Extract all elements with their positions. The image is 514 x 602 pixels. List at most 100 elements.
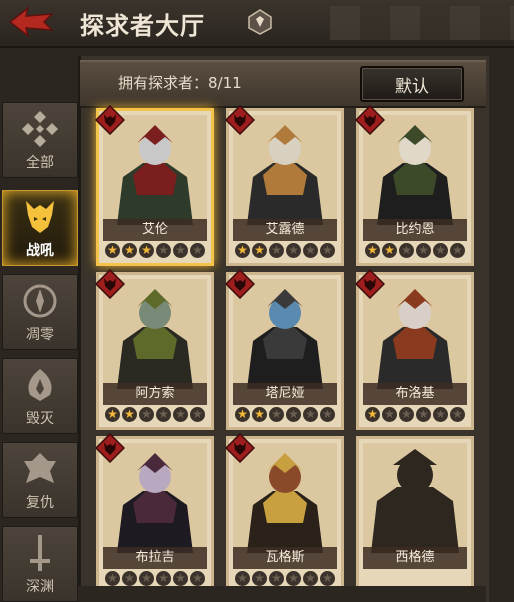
star-icon: ★ bbox=[365, 243, 380, 258]
star-icon: ★ bbox=[303, 243, 318, 258]
page-title: 探求者大厅 bbox=[80, 12, 205, 40]
star-rating: ★ ★ ★ ★ ★ ★ bbox=[235, 407, 339, 425]
tab-label: 凋零 bbox=[26, 327, 54, 343]
bottom-shade bbox=[78, 586, 486, 602]
warcry-badge-icon bbox=[355, 269, 385, 299]
star-icon: ★ bbox=[122, 407, 137, 422]
star-icon: ★ bbox=[365, 407, 380, 422]
seeker-card[interactable]: 艾伦 ★ ★ ★ ★ ★ ★ bbox=[95, 105, 214, 266]
star-icon: ★ bbox=[286, 407, 301, 422]
seeker-name: 艾伦 bbox=[103, 219, 207, 241]
tab-destruction[interactable]: 毁灭 bbox=[2, 358, 78, 434]
seeker-card[interactable]: 西格德 bbox=[356, 436, 474, 594]
owned-count-label: 拥有探求者：8/11 bbox=[118, 74, 242, 92]
star-icon: ★ bbox=[252, 243, 267, 258]
tab-warcry[interactable]: 战吼 bbox=[2, 190, 78, 266]
star-icon: ★ bbox=[269, 407, 284, 422]
star-icon: ★ bbox=[235, 571, 250, 586]
star-icon: ★ bbox=[269, 571, 284, 586]
star-icon: ★ bbox=[122, 571, 137, 586]
seeker-name: 艾露德 bbox=[233, 219, 337, 241]
seeker-card[interactable]: 布洛基 ★ ★ ★ ★ ★ ★ bbox=[355, 269, 474, 430]
locked-portrait bbox=[363, 443, 467, 553]
star-icon: ★ bbox=[320, 407, 335, 422]
tab-label: 全部 bbox=[26, 155, 54, 171]
seeker-card[interactable]: 阿方索 ★ ★ ★ ★ ★ ★ bbox=[95, 269, 214, 430]
star-rating: ★ ★ ★ ★ ★ ★ bbox=[235, 243, 339, 261]
star-icon: ★ bbox=[303, 407, 318, 422]
sidebar: 全部 战吼 凋零 毁灭 复仇 深渊 bbox=[0, 96, 78, 602]
star-icon: ★ bbox=[156, 243, 171, 258]
star-icon: ★ bbox=[303, 571, 318, 586]
star-icon: ★ bbox=[320, 243, 335, 258]
star-icon: ★ bbox=[252, 571, 267, 586]
star-icon: ★ bbox=[173, 243, 188, 258]
tab-label: 复仇 bbox=[26, 495, 54, 511]
star-icon: ★ bbox=[433, 243, 448, 258]
seeker-name: 西格德 bbox=[363, 547, 467, 569]
star-icon: ★ bbox=[382, 407, 397, 422]
seeker-card[interactable]: 比约恩 ★ ★ ★ ★ ★ ★ bbox=[355, 105, 474, 266]
star-icon: ★ bbox=[286, 571, 301, 586]
tab-abyss[interactable]: 深渊 bbox=[2, 526, 78, 602]
star-rating: ★ ★ ★ ★ ★ ★ bbox=[365, 243, 469, 261]
wither-icon bbox=[23, 284, 57, 318]
star-icon: ★ bbox=[105, 571, 120, 586]
all-diamond-icon bbox=[22, 111, 58, 147]
warcry-badge-icon bbox=[225, 269, 255, 299]
warcry-badge-icon bbox=[95, 269, 125, 299]
info-help-icon[interactable] bbox=[247, 8, 273, 36]
background-decoration bbox=[330, 6, 514, 40]
star-icon: ★ bbox=[286, 243, 301, 258]
star-icon: ★ bbox=[173, 571, 188, 586]
default-sort-button[interactable]: 默认 bbox=[360, 66, 464, 102]
tab-label: 深渊 bbox=[26, 579, 54, 595]
star-icon: ★ bbox=[156, 571, 171, 586]
seeker-name: 瓦格斯 bbox=[233, 547, 337, 569]
star-icon: ★ bbox=[139, 243, 154, 258]
star-icon: ★ bbox=[450, 243, 465, 258]
star-icon: ★ bbox=[105, 243, 120, 258]
star-icon: ★ bbox=[416, 243, 431, 258]
warcry-badge-icon bbox=[225, 433, 255, 463]
warcry-badge-icon bbox=[95, 105, 125, 135]
seeker-name: 布拉吉 bbox=[103, 547, 207, 569]
star-rating: ★ ★ ★ ★ ★ ★ bbox=[105, 407, 209, 425]
abyss-sword-icon bbox=[30, 535, 50, 571]
star-icon: ★ bbox=[173, 407, 188, 422]
warcry-badge-icon bbox=[95, 433, 125, 463]
tab-revenge[interactable]: 复仇 bbox=[2, 442, 78, 518]
seeker-card[interactable]: 布拉吉 ★ ★ ★ ★ ★ ★ bbox=[95, 433, 214, 594]
star-icon: ★ bbox=[252, 407, 267, 422]
seeker-card[interactable]: 艾露德 ★ ★ ★ ★ ★ ★ bbox=[225, 105, 344, 266]
star-icon: ★ bbox=[450, 407, 465, 422]
star-icon: ★ bbox=[122, 243, 137, 258]
star-icon: ★ bbox=[382, 243, 397, 258]
revenge-icon bbox=[24, 453, 56, 483]
seeker-name: 布洛基 bbox=[363, 383, 467, 405]
star-icon: ★ bbox=[190, 571, 205, 586]
top-bar: 探求者大厅 bbox=[0, 0, 514, 48]
seeker-card[interactable]: 塔尼娅 ★ ★ ★ ★ ★ ★ bbox=[225, 269, 344, 430]
star-rating: ★ ★ ★ ★ ★ ★ bbox=[105, 243, 209, 261]
seeker-name: 塔尼娅 bbox=[233, 383, 337, 405]
warcry-badge-icon bbox=[355, 105, 385, 135]
star-icon: ★ bbox=[190, 407, 205, 422]
tab-label: 战吼 bbox=[26, 243, 54, 259]
destruction-icon bbox=[28, 369, 52, 401]
star-icon: ★ bbox=[235, 407, 250, 422]
star-icon: ★ bbox=[416, 407, 431, 422]
seeker-name: 比约恩 bbox=[363, 219, 467, 241]
back-arrow-icon[interactable] bbox=[6, 4, 58, 40]
star-rating: ★ ★ ★ ★ ★ ★ bbox=[365, 407, 469, 425]
tab-label: 毁灭 bbox=[26, 411, 54, 427]
seeker-card[interactable]: 瓦格斯 ★ ★ ★ ★ ★ ★ bbox=[225, 433, 344, 594]
tab-all[interactable]: 全部 bbox=[2, 102, 78, 178]
warcry-demon-icon bbox=[26, 201, 54, 233]
card-art bbox=[363, 443, 467, 553]
tab-wither[interactable]: 凋零 bbox=[2, 274, 78, 350]
star-icon: ★ bbox=[139, 407, 154, 422]
star-icon: ★ bbox=[399, 243, 414, 258]
warcry-badge-icon bbox=[225, 105, 255, 135]
star-icon: ★ bbox=[190, 243, 205, 258]
